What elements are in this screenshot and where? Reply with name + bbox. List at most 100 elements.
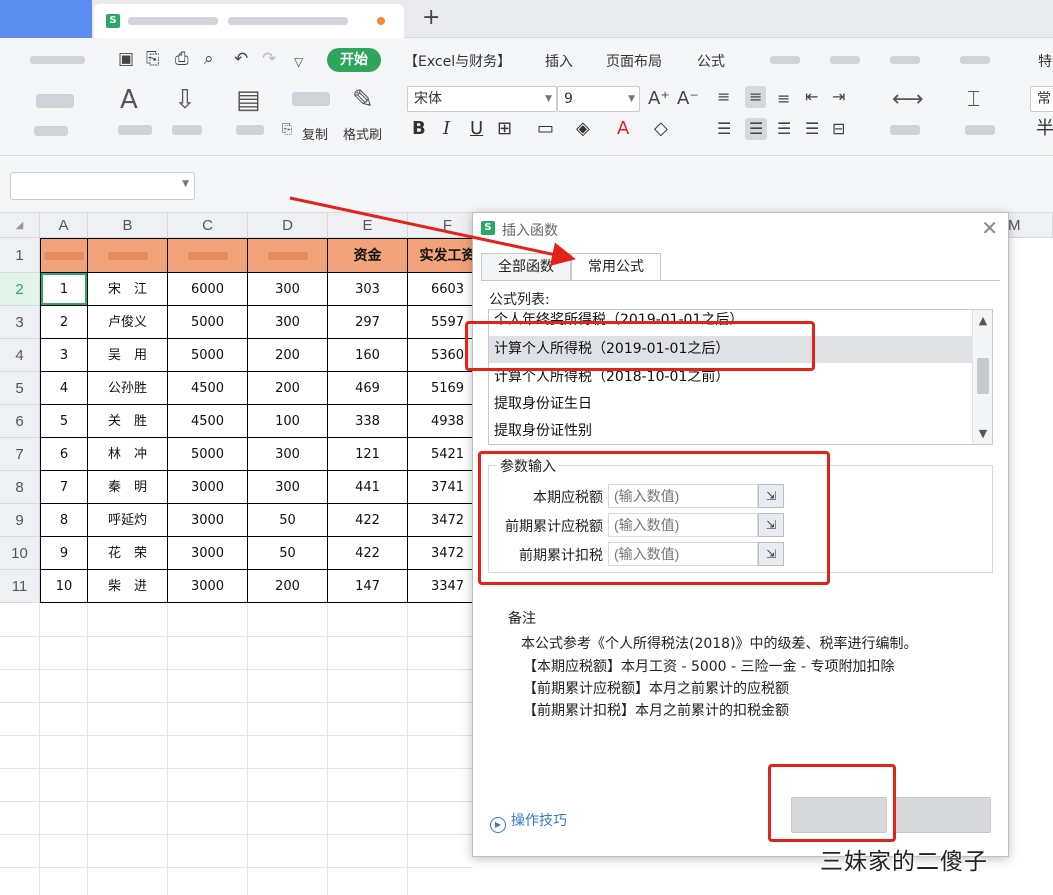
print-icon[interactable]: ⎙ xyxy=(175,50,189,68)
align-top-icon[interactable]: ≡ xyxy=(717,88,730,106)
paste-blurred[interactable] xyxy=(36,94,74,108)
table-cell[interactable]: 4500 xyxy=(168,405,248,438)
tab-start[interactable]: 开始 xyxy=(327,48,381,72)
table-cell[interactable]: 公孙胜 xyxy=(88,372,168,405)
underline-icon[interactable]: U xyxy=(470,118,483,140)
table-cell[interactable]: 3 xyxy=(40,339,88,372)
table-cell[interactable]: 200 xyxy=(248,339,328,372)
table-cell[interactable]: 300 xyxy=(248,471,328,504)
header-cell[interactable] xyxy=(88,238,168,273)
table-cell[interactable]: 300 xyxy=(248,273,328,306)
close-icon[interactable]: ✕ xyxy=(981,217,998,239)
row-header[interactable]: 5 xyxy=(0,372,40,405)
align-center-icon[interactable]: ☰ xyxy=(745,118,768,140)
table-cell[interactable]: 10 xyxy=(40,570,88,603)
table-cell[interactable]: 469 xyxy=(328,372,408,405)
tab-page-layout[interactable]: 页面布局 xyxy=(606,51,662,71)
table-cell[interactable]: 200 xyxy=(248,570,328,603)
header-cell[interactable] xyxy=(248,238,328,273)
table-cell[interactable]: 3000 xyxy=(168,504,248,537)
font-color-icon[interactable]: A xyxy=(617,118,629,140)
select-all-corner[interactable]: ◢ xyxy=(0,213,40,238)
table-cell[interactable]: 8 xyxy=(40,504,88,537)
table-cell[interactable]: 422 xyxy=(328,504,408,537)
ai-icon[interactable]: A xyxy=(120,86,138,114)
column-header-d[interactable]: D xyxy=(248,213,328,238)
align-right-icon[interactable]: ☰ xyxy=(777,120,791,138)
menu-blurred[interactable] xyxy=(30,56,85,64)
row-header[interactable]: 3 xyxy=(0,306,40,339)
merge-cells-icon[interactable]: ⟷ xyxy=(892,86,924,114)
table-cell[interactable]: 121 xyxy=(328,438,408,471)
cell-style-icon[interactable]: ▭ xyxy=(537,118,554,140)
cancel-button[interactable] xyxy=(895,797,991,833)
table-cell[interactable]: 5000 xyxy=(168,306,248,339)
table-cell[interactable]: 338 xyxy=(328,405,408,438)
border-icon[interactable]: ⊞ xyxy=(497,118,512,140)
table-cell[interactable]: 林 冲 xyxy=(88,438,168,471)
tab-all-functions[interactable]: 全部函数 xyxy=(481,253,571,280)
tab-blurred-3[interactable] xyxy=(890,56,920,64)
font-name-select[interactable]: 宋体 ▼ xyxy=(407,86,557,112)
row-header[interactable]: 10 xyxy=(0,537,40,570)
table-cell[interactable]: 关 胜 xyxy=(88,405,168,438)
align-middle-icon[interactable]: ≡ xyxy=(745,86,767,108)
tab-common-formulas[interactable]: 常用公式 xyxy=(571,253,661,281)
header-cell[interactable] xyxy=(40,238,88,273)
row-header[interactable]: 2 xyxy=(0,273,40,306)
column-header-c[interactable]: C xyxy=(168,213,248,238)
indent-icon[interactable]: ⇤ xyxy=(805,88,818,106)
formula-item-id-birthday[interactable]: 提取身份证生日 xyxy=(489,391,972,418)
number-format-select[interactable]: 常 xyxy=(1030,86,1053,112)
font-size-select[interactable]: 9 ▼ xyxy=(557,86,640,112)
tab-formulas[interactable]: 公式 xyxy=(697,51,725,71)
table-cell[interactable]: 吴 用 xyxy=(88,339,168,372)
column-header-b[interactable]: B xyxy=(88,213,168,238)
export-pdf-icon[interactable]: ⇩ xyxy=(174,86,196,114)
formula-item-id-gender[interactable]: 提取身份证性别 xyxy=(489,418,972,444)
format-painter-icon[interactable]: ✎ xyxy=(352,86,374,114)
table-cell[interactable]: 200 xyxy=(248,372,328,405)
row-header[interactable]: 9 xyxy=(0,504,40,537)
table-cell[interactable]: 宋 江 xyxy=(88,273,168,306)
tab-blurred-2[interactable] xyxy=(830,56,860,64)
table-cell[interactable]: 5000 xyxy=(168,339,248,372)
row-header[interactable]: 7 xyxy=(0,438,40,471)
tips-link[interactable]: ▶ 操作技巧 xyxy=(490,810,567,833)
table-cell[interactable]: 6000 xyxy=(168,273,248,306)
clear-format-icon[interactable]: ◇ xyxy=(654,118,668,140)
table-cell[interactable]: 秦 明 xyxy=(88,471,168,504)
italic-icon[interactable]: I xyxy=(443,118,450,140)
table-cell[interactable]: 160 xyxy=(328,339,408,372)
home-tab[interactable] xyxy=(0,0,92,38)
format-painter-button[interactable]: 格式刷 xyxy=(343,124,382,143)
table-cell[interactable]: 卢俊义 xyxy=(88,306,168,339)
copy-icon[interactable]: ⎘ xyxy=(282,122,292,137)
table-cell[interactable]: 100 xyxy=(248,405,328,438)
table-cell[interactable]: 297 xyxy=(328,306,408,339)
table-cell[interactable]: 5000 xyxy=(168,438,248,471)
copy-button[interactable]: 复制 xyxy=(302,124,328,143)
table-cell[interactable]: 50 xyxy=(248,504,328,537)
table-cell[interactable]: 5 xyxy=(40,405,88,438)
save-icon[interactable]: ▣ xyxy=(118,50,134,68)
align-bottom-icon[interactable]: ≡ xyxy=(777,90,790,108)
scroll-down-icon[interactable]: ▼ xyxy=(973,427,992,440)
table-cell[interactable]: 花 荣 xyxy=(88,537,168,570)
column-header-a[interactable]: A xyxy=(40,213,88,238)
header-cell[interactable] xyxy=(168,238,248,273)
table-cell[interactable]: 422 xyxy=(328,537,408,570)
justify-icon[interactable]: ☰ xyxy=(805,120,819,138)
export-icon[interactable]: ⎘ xyxy=(146,50,160,68)
scroll-up-icon[interactable]: ▲ xyxy=(973,314,992,327)
table-cell[interactable]: 3000 xyxy=(168,471,248,504)
undo-icon[interactable]: ↶ xyxy=(234,50,248,68)
table-cell[interactable]: 300 xyxy=(248,438,328,471)
scroll-thumb[interactable] xyxy=(977,358,989,394)
table-cell[interactable]: 3000 xyxy=(168,570,248,603)
dialog-title-bar[interactable]: S 插入函数 ✕ xyxy=(473,213,1008,245)
table-cell[interactable]: 441 xyxy=(328,471,408,504)
tab-blurred-4[interactable] xyxy=(960,56,990,64)
table-cell[interactable]: 7 xyxy=(40,471,88,504)
currency-icon[interactable]: 半 xyxy=(1036,118,1053,140)
